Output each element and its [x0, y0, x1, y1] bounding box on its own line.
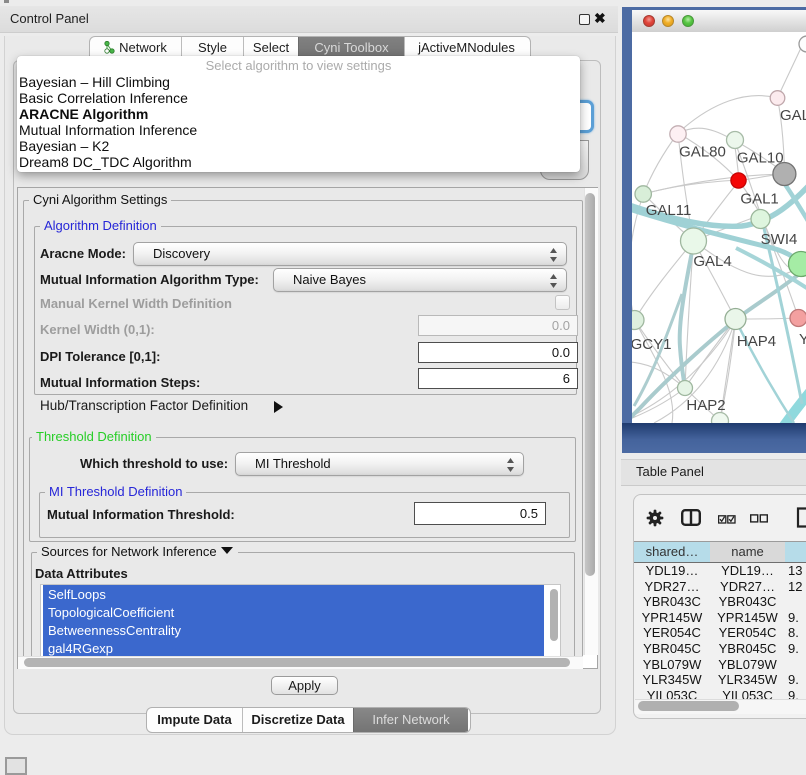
- svg-text:HAP4: HAP4: [737, 333, 776, 350]
- svg-text:HAP2: HAP2: [686, 397, 725, 414]
- svg-text:GCY1: GCY1: [632, 336, 671, 353]
- svg-text:SWI4: SWI4: [761, 231, 798, 248]
- svg-text:GAL80: GAL80: [679, 144, 726, 161]
- svg-text:GAL11: GAL11: [646, 202, 692, 219]
- svg-text:GAL: GAL: [780, 107, 806, 124]
- svg-text:Y: Y: [799, 331, 806, 348]
- svg-text:GAL1: GAL1: [740, 191, 778, 208]
- svg-text:GAL10: GAL10: [737, 150, 784, 167]
- svg-text:GAL4: GAL4: [693, 253, 731, 270]
